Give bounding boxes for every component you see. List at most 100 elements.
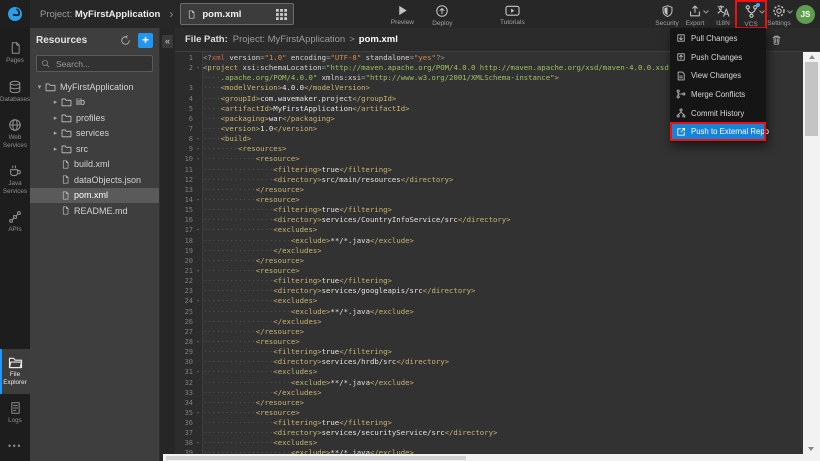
refresh-icon[interactable] [120, 35, 131, 46]
line-number: 11 [175, 165, 193, 175]
more-options-button[interactable]: ••• [8, 433, 22, 461]
vcs-menu-item-view-changes[interactable]: View Changes [670, 66, 766, 85]
line-number: 25 [175, 307, 193, 317]
fold-marker[interactable]: - [193, 134, 203, 144]
user-avatar[interactable]: JS [796, 5, 815, 24]
deploy-icon [435, 4, 449, 18]
fold-marker[interactable]: - [193, 266, 203, 276]
vcs-menu-item-merge-conflicts[interactable]: Merge Conflicts [670, 85, 766, 104]
tree-item-readme-md[interactable]: README.md [30, 203, 159, 219]
folder-icon [45, 82, 56, 92]
code-text: ················</excludes> [203, 388, 803, 398]
sidebar-item-apis[interactable]: APIs [0, 203, 32, 242]
sidebar-item-java-services[interactable]: Java Services [0, 157, 32, 203]
fold-marker[interactable]: - [193, 337, 203, 347]
vcs-menu-item-pull-changes[interactable]: Pull Changes [670, 29, 766, 48]
vcs-menu-item-commit-history[interactable]: Commit History [670, 104, 766, 123]
breadcrumb: Project: MyFirstApplication [233, 34, 345, 45]
code-text: ············</resource> [203, 398, 803, 408]
line-number: 27 [175, 327, 193, 337]
toolbar-security[interactable]: Security [653, 1, 681, 27]
code-text: ············</resource> [203, 327, 803, 337]
chevron-right-icon[interactable]: ▸ [50, 129, 61, 137]
toolbar-i18n[interactable]: I18N [709, 1, 737, 27]
chevron-down-icon[interactable]: ▾ [34, 83, 45, 91]
chevron-right-icon[interactable]: ▸ [50, 114, 61, 122]
tree-item-label: lib [76, 97, 85, 107]
sidebar-item-web-services[interactable]: Web Services [0, 111, 32, 157]
add-resource-button[interactable]: + [138, 33, 153, 48]
code-text: ············<resource> [203, 266, 803, 276]
toolbar-export[interactable]: Export [681, 1, 709, 27]
sidebar-item-label: Databases [0, 96, 30, 104]
fold-spacer [193, 104, 203, 114]
vertical-scrollbar[interactable] [803, 52, 820, 454]
folder-icon [61, 113, 72, 123]
vcs-menu-item-push-changes[interactable]: Push Changes [670, 48, 766, 67]
line-number: 4 [175, 94, 193, 104]
toolbar-vcs[interactable]: VCS [737, 1, 765, 28]
sidebar-item-file-explorer[interactable]: File Explorer [0, 349, 30, 394]
sidebar-item-databases[interactable]: Databases [0, 73, 32, 112]
fold-marker[interactable]: - [193, 367, 203, 377]
search-input[interactable] [54, 58, 148, 70]
tree-item-dataobjects-json[interactable]: dataObjects.json [30, 172, 159, 188]
fold-marker[interactable]: - [193, 195, 203, 205]
line-number: 18 [175, 236, 193, 246]
tree-item-profiles[interactable]: ▸profiles [30, 110, 159, 126]
fold-spacer [193, 428, 203, 438]
fold-marker[interactable]: - [193, 296, 203, 306]
chevron-right-icon[interactable]: ▸ [50, 145, 61, 153]
fold-marker[interactable]: - [193, 154, 203, 164]
tree-item-pom-xml[interactable]: pom.xml [30, 188, 159, 204]
code-line: 36················<filtering>true</filte… [175, 418, 803, 428]
tree-item-build-xml[interactable]: build.xml [30, 157, 159, 173]
sidebar-item-pages[interactable]: Pages [0, 34, 32, 73]
fold-marker[interactable]: - [193, 144, 203, 154]
vertical-scrollbar-thumb[interactable] [805, 62, 818, 136]
wavemaker-logo[interactable] [0, 0, 30, 28]
fold-marker[interactable]: - [193, 408, 203, 418]
code-text: ················<directory>services/goog… [203, 286, 803, 296]
fold-spacer [193, 83, 203, 93]
toolbar-label: Tutorials [500, 19, 525, 26]
file-icon [61, 205, 70, 216]
toolbar-deploy[interactable]: Deploy [422, 1, 462, 27]
search-box[interactable] [36, 55, 153, 72]
left-rail: Pages Databases Web ServicesJava ServicesA… [0, 28, 30, 461]
chevron-right-icon[interactable]: ▸ [50, 98, 61, 106]
toolbar-settings[interactable]: Settings [765, 1, 793, 27]
code-line: 22················<filtering>true</filte… [175, 276, 803, 286]
fold-marker[interactable]: - [193, 63, 203, 73]
fold-marker[interactable]: - [193, 225, 203, 235]
fold-marker[interactable]: - [193, 438, 203, 448]
line-number: 32 [175, 378, 193, 388]
collapse-panel-button[interactable]: « [162, 35, 173, 48]
tree-item-lib[interactable]: ▸ lib [30, 95, 159, 111]
code-line: 23················<directory>services/go… [175, 286, 803, 296]
toolbar-label: Settings [767, 20, 791, 27]
tree-item-src[interactable]: ▸src [30, 141, 159, 157]
line-number: 31 [175, 367, 193, 377]
line-number: 34 [175, 398, 193, 408]
sidebar-item-logs[interactable]: Logs [0, 394, 30, 433]
scroll-down-arrow-icon[interactable] [808, 447, 814, 451]
tree-item-services[interactable]: ▸services [30, 126, 159, 142]
wavemaker-logo-icon [7, 6, 23, 22]
line-number: 38 [175, 438, 193, 448]
tree-item-myfirstapplication[interactable]: ▾MyFirstApplication [30, 79, 159, 95]
horizontal-scrollbar[interactable] [163, 454, 803, 461]
vcs-menu-item-push-to-external-repo[interactable]: Push to External Repo [670, 122, 766, 141]
toolbar-preview[interactable]: Preview [382, 1, 422, 27]
menu-item-label: Merge Conflicts [691, 90, 745, 99]
horizontal-scrollbar-thumb[interactable] [166, 456, 466, 460]
code-line: 35-············<resource> [175, 408, 803, 418]
tab-pom-xml[interactable]: pom.xml [180, 3, 294, 25]
push-icon [676, 52, 686, 62]
code-text: ················</excludes> [203, 317, 803, 327]
scroll-up-arrow-icon[interactable] [809, 55, 815, 59]
delete-icon[interactable] [771, 34, 782, 46]
fold-spacer [193, 114, 203, 124]
toolbar-tutorials[interactable]: Tutorials [492, 1, 532, 27]
code-text: ················<excludes> [203, 296, 803, 306]
